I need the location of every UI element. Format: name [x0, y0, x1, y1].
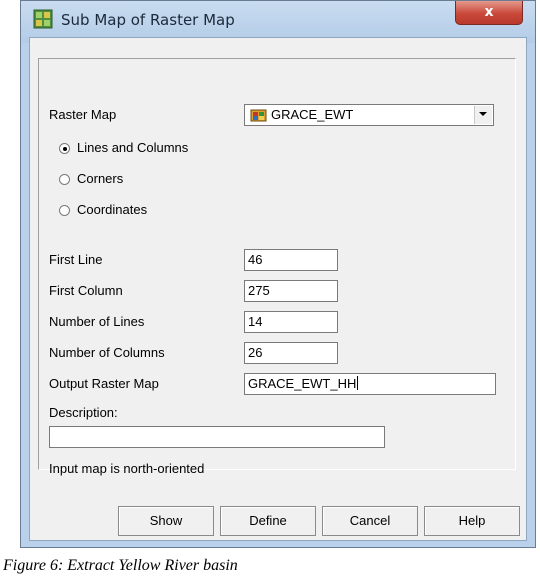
raster-map-value: GRACE_EWT [271, 107, 354, 122]
text-caret [357, 376, 359, 390]
raster-map-icon [250, 109, 267, 122]
figure-caption: Figure 6: Extract Yellow River basin [3, 557, 238, 574]
cancel-button[interactable]: Cancel [322, 506, 418, 536]
app-icon [33, 9, 53, 29]
close-button[interactable]: x [455, 1, 523, 25]
description-input[interactable] [49, 426, 385, 448]
radio-lines-columns[interactable] [59, 143, 70, 154]
dropdown-button[interactable] [474, 106, 492, 124]
description-label: Description: [49, 405, 118, 420]
help-button[interactable]: Help [424, 506, 520, 536]
show-button[interactable]: Show [118, 506, 214, 536]
num-columns-input[interactable]: 26 [244, 342, 338, 364]
radio-label-corners: Corners [77, 171, 124, 186]
dialog-client: Raster Map GRACE_EWT Lines and Columns C… [29, 37, 527, 541]
output-map-input[interactable]: GRACE_EWT_HH [244, 373, 496, 395]
define-button[interactable]: Define [220, 506, 316, 536]
num-lines-label: Number of Lines [49, 314, 145, 329]
radio-label-coordinates: Coordinates [77, 202, 148, 217]
window-title: Sub Map of Raster Map [61, 11, 235, 29]
first-column-input[interactable]: 275 [244, 280, 338, 302]
north-oriented-note: Input map is north-oriented [49, 461, 205, 476]
radio-label-lines-columns: Lines and Columns [77, 140, 189, 155]
first-line-input[interactable]: 46 [244, 249, 338, 271]
radio-coordinates[interactable] [59, 205, 70, 216]
raster-map-select[interactable]: GRACE_EWT [244, 104, 494, 126]
dialog-window: Sub Map of Raster Map x Raster Map GRACE… [20, 0, 536, 548]
output-map-value: GRACE_EWT_HH [248, 376, 357, 391]
first-column-label: First Column [49, 283, 123, 298]
first-line-label: First Line [49, 252, 103, 267]
num-columns-label: Number of Columns [49, 345, 165, 360]
num-lines-input[interactable]: 14 [244, 311, 338, 333]
raster-map-label: Raster Map [49, 107, 117, 122]
form-panel: Raster Map GRACE_EWT Lines and Columns C… [38, 58, 516, 476]
chevron-down-icon [479, 112, 487, 116]
output-map-label: Output Raster Map [49, 376, 159, 391]
close-icon: x [484, 4, 494, 20]
radio-corners[interactable] [59, 174, 70, 185]
